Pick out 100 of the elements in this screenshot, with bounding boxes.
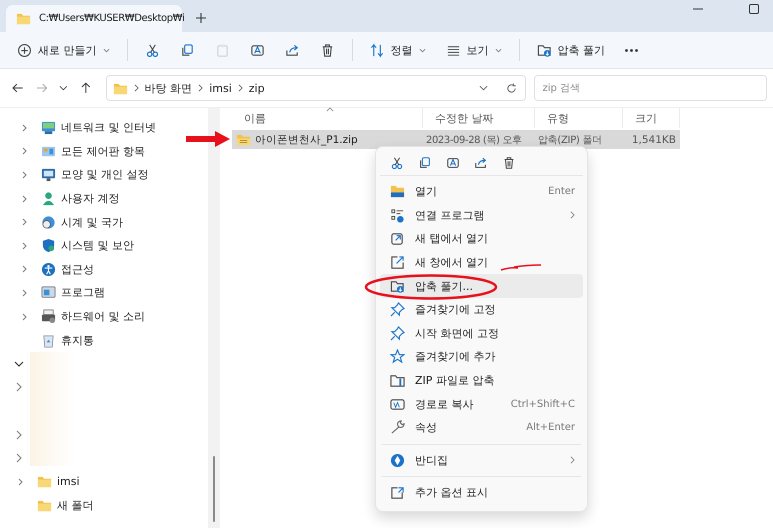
- up-icon[interactable]: [80, 82, 92, 94]
- more-options-icon: [390, 485, 405, 500]
- breadcrumb[interactable]: 바탕 화면: [144, 80, 192, 96]
- file-name: 아이폰변천사_P1.zip: [255, 132, 358, 146]
- back-icon[interactable]: [12, 82, 24, 94]
- new-window-icon: [390, 255, 405, 270]
- column-header[interactable]: 크기: [623, 108, 680, 128]
- sidebar-item[interactable]: 사용자 계정: [61, 191, 120, 206]
- sidebar-item[interactable]: 프로그램: [61, 285, 105, 300]
- monitor-icon: [41, 167, 56, 182]
- pin-icon: [390, 302, 405, 318]
- table-cell-text: 2023-09-28 (목) 오후: [425, 134, 522, 146]
- shortcut-text: Ctrl+Shift+C: [510, 398, 575, 410]
- pin-icon: [390, 326, 405, 341]
- menu-item[interactable]: 경로로 복사 Ctrl+Shift+C: [380, 392, 583, 416]
- toolbar-button[interactable]: 정렬: [360, 38, 434, 62]
- menu-item[interactable]: 시작 화면에 고정: [380, 322, 583, 346]
- user-icon: [41, 191, 56, 206]
- globe-clock-icon: [41, 214, 56, 230]
- path-copy-icon: [390, 396, 405, 412]
- sidebar-item[interactable]: imsi: [57, 475, 80, 488]
- caret-icon: [494, 48, 502, 52]
- maximize-icon[interactable]: [749, 4, 759, 14]
- chevron-right-icon: [134, 84, 139, 92]
- menu-item[interactable]: 즐겨찾기에 고정: [380, 298, 583, 322]
- menu-item[interactable]: 속성 Alt+Enter: [380, 416, 583, 440]
- trash-icon[interactable]: [502, 156, 516, 170]
- column-header[interactable]: 수정한 날짜: [423, 108, 535, 128]
- sidebar-item[interactable]: 시스템 및 보안: [61, 238, 134, 254]
- table-cell-text: 1,541KB: [630, 134, 677, 146]
- shield-icon: [41, 238, 56, 254]
- sidebar-item[interactable]: 새 폴더: [57, 498, 94, 513]
- globe-network-icon: [41, 120, 56, 136]
- recycle-bin-icon: [41, 332, 56, 348]
- toolbar-button[interactable]: 압축 풀기: [528, 38, 614, 62]
- share-icon: [284, 42, 300, 58]
- caret-icon: [102, 48, 110, 52]
- rename-icon: [250, 42, 264, 58]
- rename-icon[interactable]: [446, 156, 460, 170]
- wrench-icon: [390, 420, 405, 436]
- scrollbar[interactable]: [208, 108, 220, 528]
- shortcut-text: Enter: [548, 186, 575, 198]
- folder-icon: [390, 184, 405, 200]
- underline-strokes: [500, 264, 542, 272]
- menu-item[interactable]: ZIP 파일로 압축: [380, 368, 583, 392]
- shortcut-text: Alt+Enter: [526, 422, 575, 434]
- window-tab[interactable]: C:₩Users₩KUSER₩Desktop₩i: [6, 5, 182, 32]
- breadcrumb[interactable]: imsi: [209, 82, 232, 94]
- plus-circle-icon: [17, 42, 32, 58]
- sidebar-item[interactable]: 모든 제어판 항목: [61, 144, 145, 159]
- menu-item[interactable]: 새 탭에서 열기: [380, 227, 583, 251]
- sort-up-icon: [326, 107, 334, 112]
- menu-item[interactable]: 즐겨찾기에 추가: [380, 345, 583, 369]
- address-bar[interactable]: 바탕 화면 imsi zip: [106, 75, 526, 101]
- breadcrumb[interactable]: zip: [248, 82, 265, 94]
- menu-item[interactable]: 열기 Enter: [380, 180, 583, 204]
- menu-item[interactable]: 추가 옵션 표시: [380, 481, 583, 505]
- cut-icon[interactable]: [390, 156, 404, 170]
- column-header[interactable]: 이름: [232, 108, 423, 128]
- printer-icon: [41, 309, 56, 324]
- chevron-down-icon[interactable]: [478, 85, 488, 91]
- chevron-right-icon[interactable]: [14, 382, 24, 392]
- program-window-icon: [41, 285, 56, 300]
- search-field[interactable]: zip 검색: [534, 75, 768, 101]
- zip-folder-icon: [236, 132, 251, 147]
- refresh-icon[interactable]: [506, 82, 517, 94]
- open-with-icon: [390, 208, 405, 223]
- chevron-right-icon[interactable]: [14, 430, 24, 440]
- menu-item[interactable]: 연결 프로그램: [380, 204, 583, 228]
- chevron-right-icon[interactable]: [14, 453, 24, 464]
- file-row[interactable]: 아이폰변천사_P1.zip 2023-09-28 (목) 오후 압축(ZIP) 폴더 1,541KB: [232, 130, 680, 149]
- folder-icon: [37, 474, 52, 490]
- sidebar-item[interactable]: 네트워크 및 인터넷: [61, 120, 156, 136]
- sidebar-item[interactable]: 휴지통: [61, 332, 94, 348]
- copy-icon[interactable]: [418, 156, 432, 170]
- copy-icon: [180, 42, 194, 58]
- chevron-down-icon[interactable]: [59, 85, 68, 91]
- folder-extract-icon: [390, 278, 405, 294]
- menu-item[interactable]: 압축 풀기...: [380, 274, 583, 298]
- folder-icon: [16, 11, 31, 26]
- toolbar-button[interactable]: 새로 만들기: [8, 38, 118, 62]
- chevron-down-icon[interactable]: [14, 358, 24, 369]
- table-cell-text: 압축(ZIP) 폴더: [537, 134, 603, 146]
- sidebar-item[interactable]: 모양 및 개인 설정: [61, 167, 148, 182]
- share-icon[interactable]: [474, 156, 488, 170]
- menu-item[interactable]: 반디집: [380, 448, 583, 472]
- star-icon: [390, 349, 405, 364]
- menu-item[interactable]: 새 창에서 열기: [380, 250, 583, 274]
- column-header[interactable]: 유형: [535, 108, 623, 128]
- zip-folder-icon: [390, 373, 405, 388]
- folder-extract-icon: [536, 42, 552, 58]
- toolbar-button[interactable]: 보기: [436, 38, 510, 62]
- cut-icon: [144, 42, 160, 58]
- sidebar-item[interactable]: 하드웨어 및 소리: [61, 309, 145, 324]
- sort-icon: [370, 42, 384, 58]
- bandizip-icon: [390, 452, 405, 468]
- sidebar-item[interactable]: 시계 및 국가: [61, 214, 123, 230]
- sidebar-item[interactable]: 접근성: [61, 262, 94, 277]
- paste-icon: [214, 42, 230, 58]
- new-tab-icon[interactable]: [196, 13, 206, 23]
